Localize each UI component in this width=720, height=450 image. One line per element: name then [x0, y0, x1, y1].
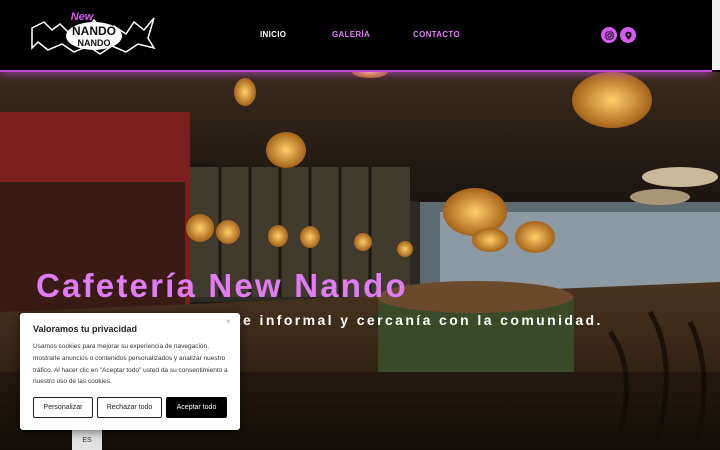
- location-pin-icon[interactable]: [620, 27, 636, 43]
- instagram-icon[interactable]: [601, 27, 617, 43]
- hero-subtitle-text: te informal y cercanía con la comunidad.: [236, 312, 603, 328]
- customize-button[interactable]: Personalizar: [33, 397, 93, 418]
- site-logo[interactable]: NANDO NANDO New: [30, 8, 158, 60]
- cookie-description: Usamos cookies para mejorar su experienc…: [33, 343, 228, 386]
- nav-contact[interactable]: CONTACTO: [413, 30, 460, 39]
- reject-all-button[interactable]: Rechazar todo: [97, 397, 162, 418]
- cookie-consent-banner: Valoramos tu privacidad × Usamos cookies…: [20, 313, 240, 430]
- svg-text:NANDO: NANDO: [78, 38, 111, 48]
- hero-title: Cafetería New Nando: [36, 267, 408, 304]
- site-header: NANDO NANDO New INICIO GALERÍA CONTACTO: [0, 0, 712, 72]
- accept-all-button[interactable]: Aceptar todo: [166, 397, 227, 418]
- close-icon[interactable]: ×: [226, 317, 231, 326]
- nav-gallery[interactable]: GALERÍA: [332, 30, 370, 39]
- language-selector[interactable]: ES: [72, 430, 102, 450]
- svg-text:New: New: [71, 11, 95, 23]
- scrollbar[interactable]: [712, 0, 720, 70]
- svg-text:NANDO: NANDO: [72, 24, 116, 38]
- nav-home[interactable]: INICIO: [260, 30, 286, 39]
- cookie-title: Valoramos tu privacidad: [33, 324, 138, 334]
